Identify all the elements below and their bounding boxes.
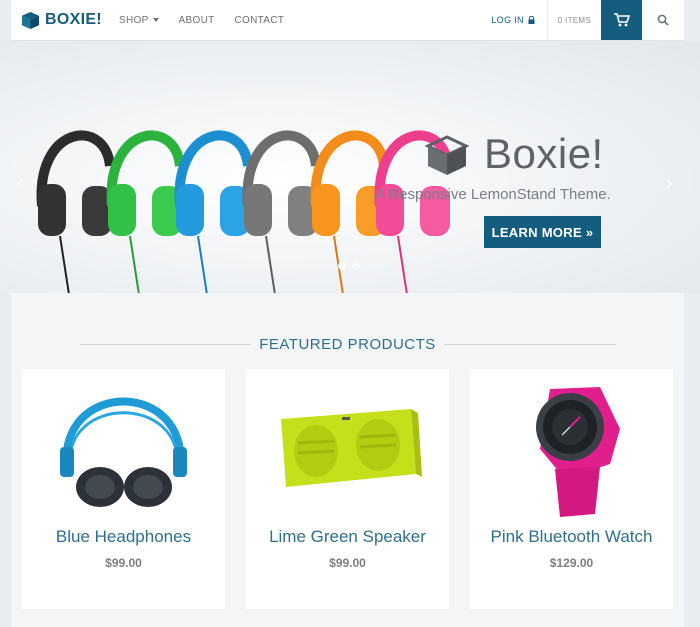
headphone-blue [174, 130, 253, 293]
cart-icon [613, 13, 630, 27]
headphone-green [106, 130, 185, 293]
lock-icon [528, 16, 535, 24]
nav-contact-label: CONTACT [234, 14, 285, 26]
slider-dot-2[interactable] [352, 262, 360, 270]
cart-items-label: 0 ITEMS [557, 15, 591, 25]
product-image-blue-headphones[interactable] [22, 369, 225, 517]
product-image-lime-speaker[interactable] [246, 369, 449, 517]
learn-more-button[interactable]: LEARN MORE » [484, 216, 601, 248]
featured-heading: FEATURED PRODUCTS [11, 334, 684, 354]
hero-slider: ‹ › Boxie! A Responsive LemonStand Theme… [0, 41, 700, 293]
top-navbar: BOXIE! SHOP ABOUT CONTACT LOG IN 0 ITEMS [11, 0, 684, 41]
login-link[interactable]: LOG IN [479, 0, 546, 40]
product-name[interactable]: Lime Green Speaker [246, 527, 449, 547]
nav-shop-label: SHOP [119, 14, 149, 26]
slider-dots [338, 262, 360, 270]
product-name[interactable]: Pink Bluetooth Watch [470, 527, 673, 547]
cart-button[interactable] [601, 0, 642, 40]
nav-about-label: ABOUT [178, 14, 215, 26]
login-label: LOG IN [491, 15, 524, 25]
nav-about[interactable]: ABOUT [169, 0, 225, 40]
hero-subtitle: A Responsive LemonStand Theme. [375, 186, 611, 203]
cart-items-count[interactable]: 0 ITEMS [546, 0, 601, 40]
product-price: $99.00 [329, 556, 366, 570]
product-card[interactable]: Lime Green Speaker $99.00 [246, 369, 449, 609]
search-icon [657, 14, 669, 26]
featured-products-section: FEATURED PRODUCTS Blue Headphones $99.00 [11, 293, 684, 627]
product-price: $129.00 [549, 556, 594, 570]
box-logo-icon [425, 135, 469, 175]
product-price: $99.00 [105, 556, 142, 570]
caret-down-icon [152, 18, 159, 22]
box-logo-icon [21, 11, 40, 29]
hero-title: Boxie! [484, 130, 604, 177]
search-button[interactable] [642, 0, 684, 40]
brand-logo[interactable]: BOXIE! [11, 0, 109, 40]
headphone-gray [242, 130, 321, 293]
nav-shop[interactable]: SHOP [109, 0, 169, 40]
product-name[interactable]: Blue Headphones [22, 527, 225, 547]
nav-contact[interactable]: CONTACT [225, 0, 295, 40]
product-card[interactable]: Blue Headphones $99.00 [22, 369, 225, 609]
heading-divider-right [434, 344, 616, 345]
brand-name: BOXIE! [45, 11, 102, 28]
heading-divider-left [80, 344, 262, 345]
slider-prev-arrow[interactable]: ‹ [17, 173, 24, 193]
slider-next-arrow[interactable]: › [666, 173, 673, 193]
headphone-black [36, 130, 115, 293]
featured-heading-text: FEATURED PRODUCTS [251, 335, 444, 353]
slider-dot-1[interactable] [338, 262, 346, 270]
product-card[interactable]: Pink Bluetooth Watch $129.00 [470, 369, 673, 609]
product-image-pink-watch[interactable] [470, 369, 673, 517]
